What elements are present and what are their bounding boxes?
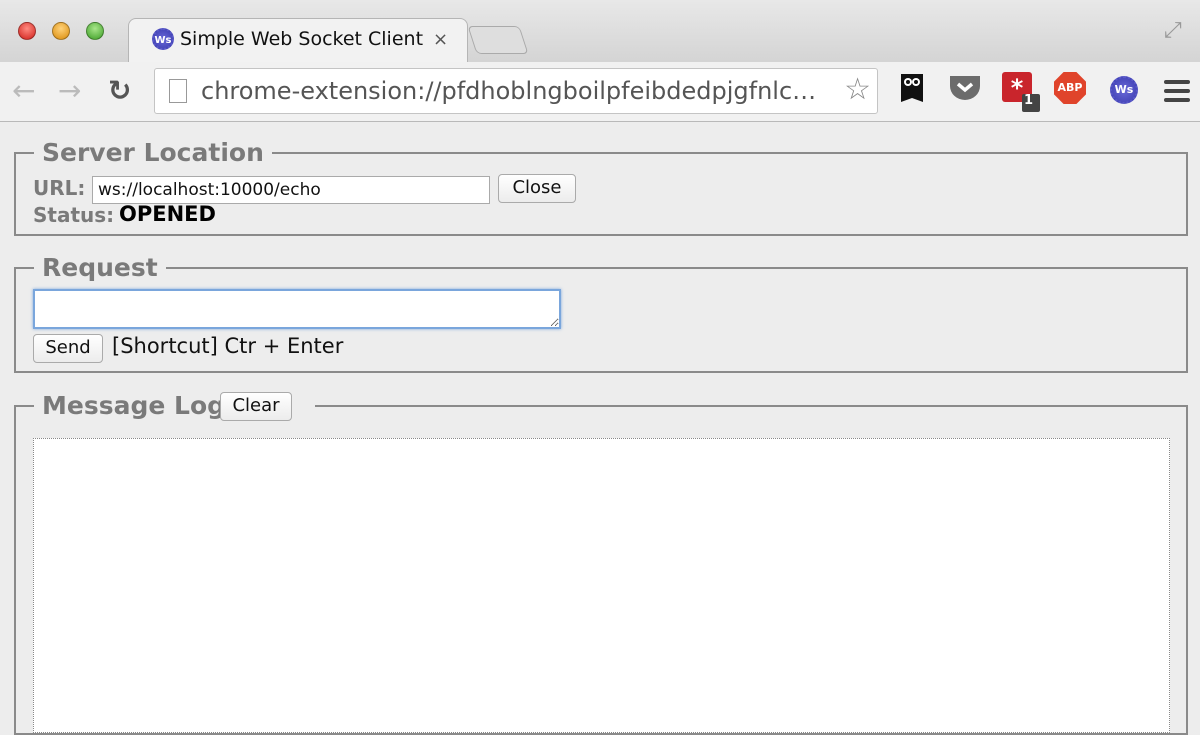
tab-title: Simple Web Socket Client xyxy=(180,28,424,50)
message-log-title: Message Log xyxy=(42,391,226,420)
url-label: URL: xyxy=(33,176,86,200)
tab-favicon-icon: Ws xyxy=(152,28,174,50)
adblock-plus-icon[interactable]: ABP xyxy=(1054,72,1086,104)
new-tab-button[interactable] xyxy=(467,26,529,54)
server-location-legend: Server Location xyxy=(34,138,272,167)
request-legend: Request xyxy=(34,253,166,282)
forward-icon[interactable]: → xyxy=(58,74,81,107)
svg-text:*: * xyxy=(1011,74,1024,102)
message-log-area[interactable] xyxy=(33,438,1170,733)
fullscreen-icon[interactable]: ⤢ xyxy=(1164,18,1182,43)
lastpass-badge: 1 xyxy=(1024,93,1034,108)
address-text: chrome-extension://pfdhoblngboilpfeibded… xyxy=(201,77,817,105)
maximize-window-button[interactable] xyxy=(86,22,104,40)
bookmark-star-icon[interactable]: ☆ xyxy=(844,72,871,107)
tab-bar: Ws Simple Web Socket Client × ⤢ xyxy=(0,0,1200,64)
status-label: Status: xyxy=(33,203,115,227)
close-window-button[interactable] xyxy=(18,22,36,40)
address-bar[interactable]: chrome-extension://pfdhoblngboilpfeibded… xyxy=(154,68,878,114)
clear-button[interactable]: Clear xyxy=(220,392,292,421)
request-textarea[interactable] xyxy=(33,289,561,329)
websocket-client-icon[interactable]: Ws xyxy=(1110,76,1138,104)
back-icon[interactable]: ← xyxy=(12,74,35,107)
reload-icon[interactable]: ↻ xyxy=(108,74,131,107)
pocket-icon[interactable] xyxy=(948,72,980,104)
send-button[interactable]: Send xyxy=(33,334,103,363)
close-tab-icon[interactable]: × xyxy=(433,29,448,50)
browser-toolbar: ← → ↻ chrome-extension://pfdhoblngboilpf… xyxy=(0,62,1200,122)
menu-icon[interactable] xyxy=(1164,80,1190,102)
close-button[interactable]: Close xyxy=(498,174,576,203)
minimize-window-button[interactable] xyxy=(52,22,70,40)
lastpass-icon[interactable]: * 1 xyxy=(1002,72,1040,112)
server-location-fieldset: Server Location URL: Close Status: OPENE… xyxy=(14,138,1188,236)
status-value: OPENED xyxy=(119,202,216,226)
shortcut-hint: [Shortcut] Ctr + Enter xyxy=(112,334,344,358)
hootsuite-owl-icon[interactable] xyxy=(898,72,928,104)
page-icon xyxy=(169,79,187,103)
message-log-fieldset: Message Log Clear xyxy=(14,391,1188,735)
request-fieldset: Request Send [Shortcut] Ctr + Enter xyxy=(14,253,1188,373)
url-input[interactable] xyxy=(92,176,490,204)
